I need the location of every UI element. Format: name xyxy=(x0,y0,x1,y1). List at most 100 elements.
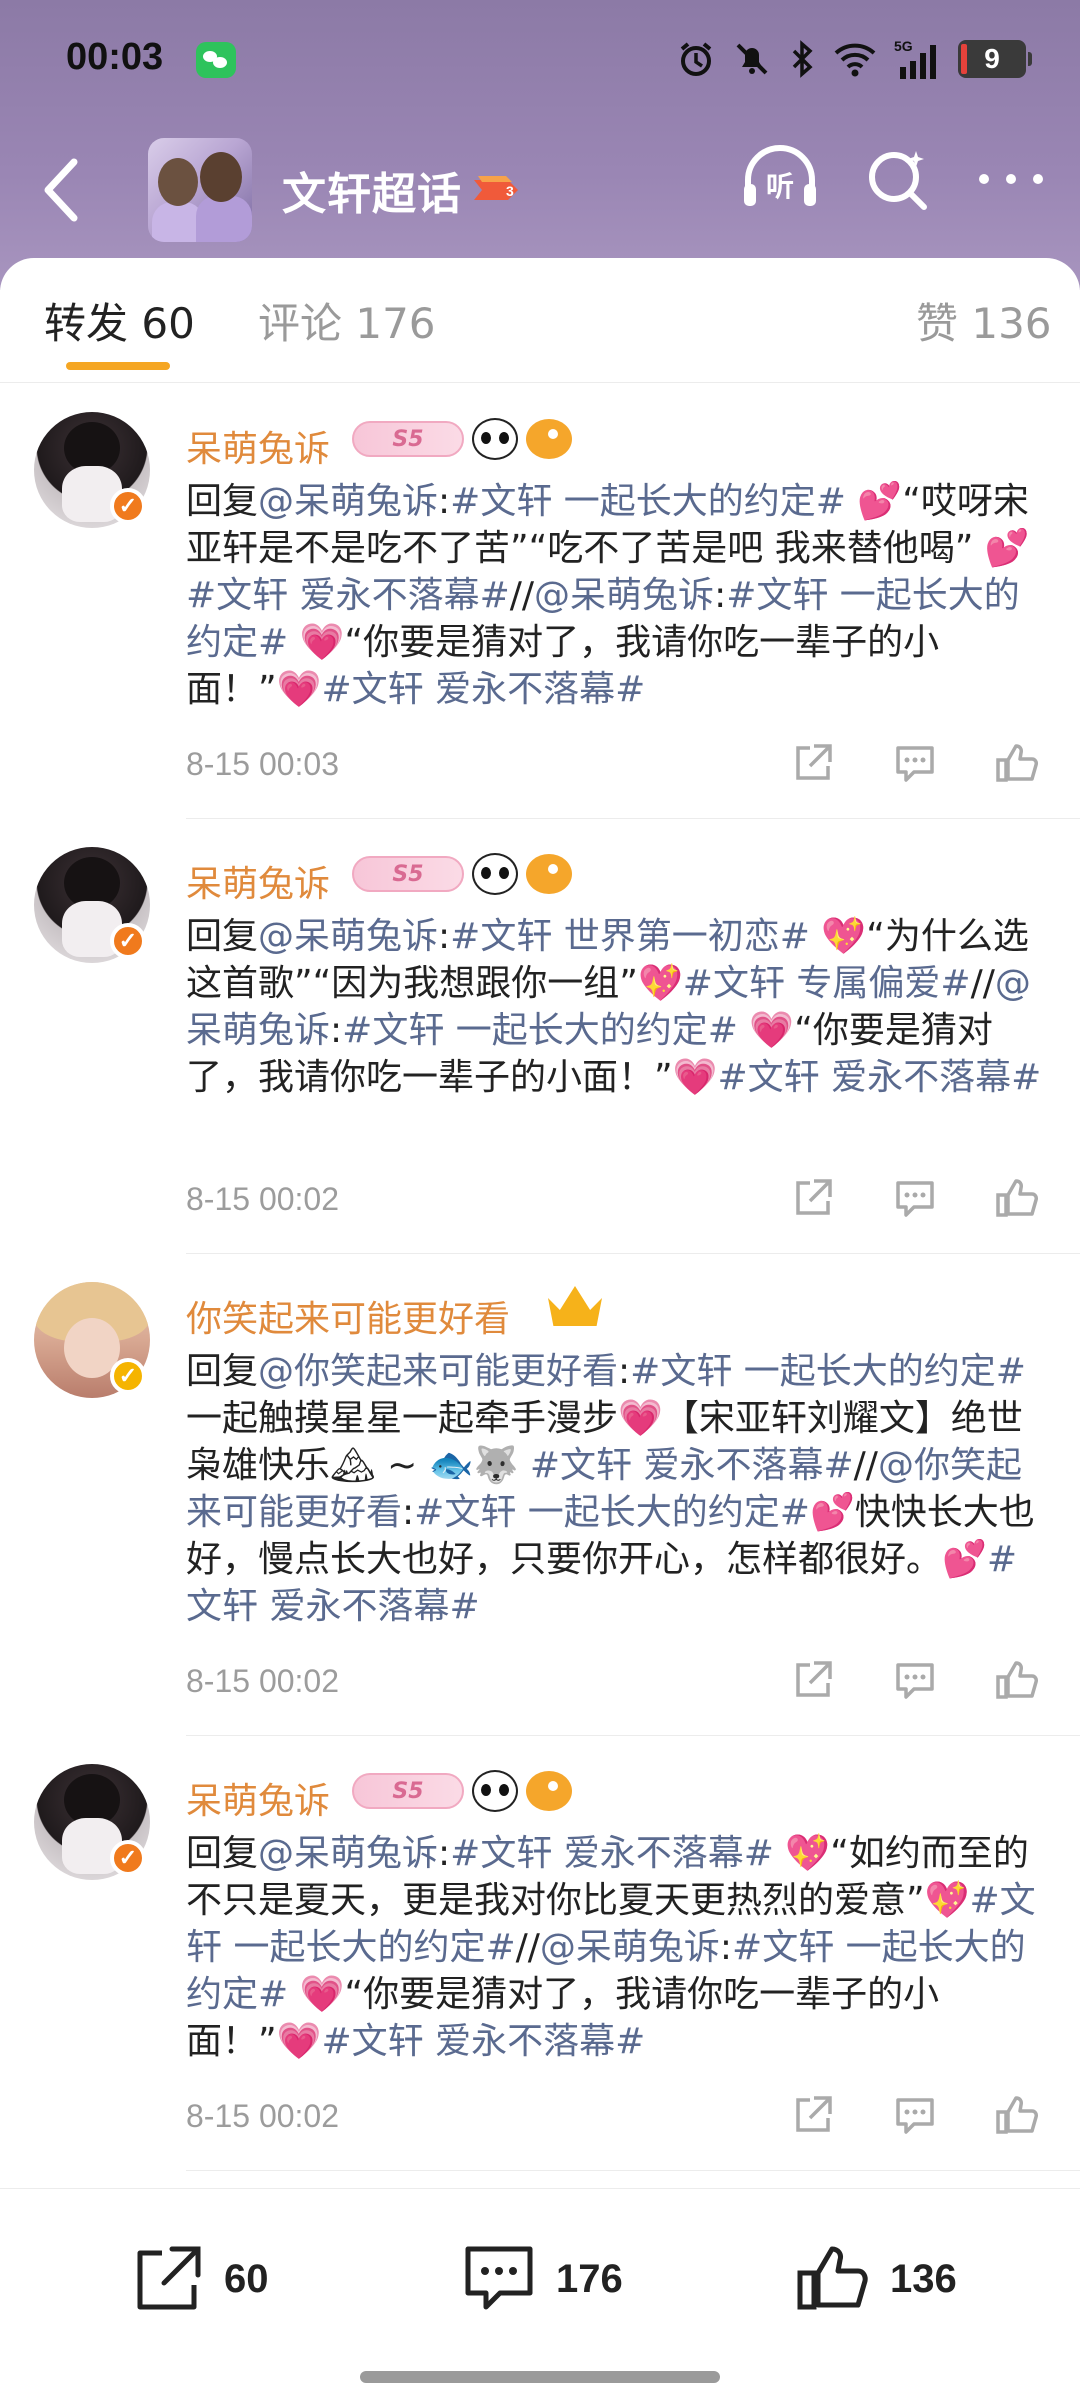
tab-comment[interactable]: 评论 176 xyxy=(258,290,436,351)
svg-text:听: 听 xyxy=(766,170,794,203)
mention-link[interactable]: @呆萌兔诉 xyxy=(540,1927,720,1968)
alarm-icon xyxy=(680,42,712,76)
like-icon[interactable] xyxy=(994,1657,1040,1703)
repost-text: 回复@呆萌兔诉:#文轩 爱永不落幕# 💖“如约而至的不只是夏天，更是我对你比夏天… xyxy=(186,1833,1036,2062)
hashtag-link[interactable]: #文轩 一起长大的约定# xyxy=(414,1492,810,1533)
fan-level-badge: S5 xyxy=(352,856,464,892)
panda-icon xyxy=(472,853,518,895)
mention-link[interactable]: @呆萌兔诉 xyxy=(258,1833,438,1874)
like-icon[interactable] xyxy=(994,740,1040,786)
emoji-heart: 💕 xyxy=(942,1539,987,1580)
post-actions xyxy=(790,1657,1040,1703)
mention-link[interactable]: @呆萌兔诉 xyxy=(258,481,438,522)
nav-actions: 听 xyxy=(740,144,1046,214)
user-decorations: S5 xyxy=(352,853,572,895)
verified-badge-icon: ✓ xyxy=(110,923,146,959)
post-date: 8-15 00:03 xyxy=(186,746,340,782)
mention-link[interactable]: @你笑起来可能更好看 xyxy=(258,1351,618,1392)
username[interactable]: 呆萌兔诉 xyxy=(186,855,330,907)
repost-text: 回复@呆萌兔诉:#文轩 一起长大的约定# 💕“哎呀宋亚轩是不是吃不了苦”“吃不了… xyxy=(186,481,1030,710)
verified-badge-icon: ✓ xyxy=(110,1358,146,1394)
hashtag-link[interactable]: #文轩 一起长大的约定# xyxy=(630,1351,1026,1392)
username[interactable]: 呆萌兔诉 xyxy=(186,420,330,472)
battery-level: 9 xyxy=(984,43,1000,74)
super-topic-search-icon[interactable] xyxy=(864,145,932,213)
comment-icon[interactable] xyxy=(892,1175,938,1221)
emoji-heart: 💖 xyxy=(924,1880,970,1921)
comment-icon[interactable] xyxy=(892,1657,938,1703)
share-icon[interactable] xyxy=(790,740,836,786)
hashtag-link[interactable]: #文轩 一起长大的约定# xyxy=(450,481,846,522)
emoji-heart: 💖 xyxy=(637,963,683,1004)
hashtag-link[interactable]: #文轩 爱永不落幕# xyxy=(186,575,510,616)
share-icon[interactable] xyxy=(790,1657,836,1703)
emoji-mountain: 🏔 xyxy=(330,1445,376,1486)
comment-button[interactable]: 176 xyxy=(460,2241,623,2317)
post-date: 8-15 00:02 xyxy=(186,1181,340,1217)
hashtag-link[interactable]: #文轩 爱永不落幕# xyxy=(530,1445,854,1486)
divider xyxy=(186,1735,1080,1736)
status-icons: 5G 9 xyxy=(676,34,1032,84)
fan-level-badge: S5 xyxy=(352,421,464,457)
emoji-heart: 💗 xyxy=(288,622,345,663)
mention-link[interactable]: @呆萌兔诉 xyxy=(534,575,714,616)
like-icon[interactable] xyxy=(994,1175,1040,1221)
like-button[interactable]: 136 xyxy=(794,2241,957,2317)
emoji-heart: 💕 xyxy=(984,528,1030,569)
top-nav-bar: 文轩超话 3 听 xyxy=(0,130,1080,250)
super-topic-avatar[interactable] xyxy=(148,138,252,242)
super-topic-title[interactable]: 文轩超话 xyxy=(282,158,462,222)
status-time: 00:03 xyxy=(66,36,164,78)
username[interactable]: 呆萌兔诉 xyxy=(186,1772,330,1824)
verified-badge-icon: ✓ xyxy=(110,1840,146,1876)
hashtag-link[interactable]: #文轩 一起长大的约定# xyxy=(342,1010,738,1051)
active-tab-indicator xyxy=(66,362,170,370)
comment-icon xyxy=(465,2246,533,2310)
like-icon xyxy=(797,2246,868,2310)
bottom-action-bar: 60 176 136 xyxy=(0,2188,1080,2401)
comment-icon[interactable] xyxy=(892,740,938,786)
divider xyxy=(186,1253,1080,1254)
more-icon[interactable] xyxy=(976,169,1046,189)
tab-bar: 转发 60 评论 176 赞 136 xyxy=(0,258,1080,383)
repost-text: 回复@呆萌兔诉:#文轩 世界第一初恋# 💖“为什么选这首歌”“因为我想跟你一组”… xyxy=(186,916,1042,1098)
repost-button[interactable]: 60 xyxy=(130,2241,269,2317)
tab-repost[interactable]: 转发 60 xyxy=(44,290,195,351)
comment-icon[interactable] xyxy=(892,2092,938,2138)
post-date: 8-15 00:02 xyxy=(186,1663,340,1699)
battery-indicator: 9 xyxy=(958,40,1032,78)
share-icon[interactable] xyxy=(790,1175,836,1221)
emoji-heart: 💖 xyxy=(773,1833,831,1874)
emoji-heart: 💕 xyxy=(845,481,903,522)
hashtag-link[interactable]: #文轩 爱永不落幕# xyxy=(321,2021,645,2062)
hashtag-link[interactable]: #文轩 爱永不落幕# xyxy=(321,669,645,710)
panda-icon xyxy=(472,1770,518,1812)
emoji-heart: 💗 xyxy=(618,1398,663,1439)
wechat-notification-icon xyxy=(196,42,236,78)
hashtag-link[interactable]: #文轩 爱永不落幕# xyxy=(450,1833,774,1874)
comment-count: 176 xyxy=(556,2256,623,2301)
hashtag-link[interactable]: #文轩 专属偏爱# xyxy=(683,963,971,1004)
like-icon[interactable] xyxy=(994,2092,1040,2138)
home-indicator[interactable] xyxy=(360,2371,720,2383)
svg-text:3: 3 xyxy=(506,183,514,199)
back-arrow-icon[interactable] xyxy=(34,150,94,230)
verified-badge-icon: ✓ xyxy=(110,488,146,524)
username[interactable]: 你笑起来可能更好看 xyxy=(186,1290,510,1342)
bluetooth-icon xyxy=(792,40,813,78)
tab-like[interactable]: 赞 136 xyxy=(916,290,1052,351)
status-bar: 00:03 5G 9 xyxy=(0,0,1080,120)
mention-link[interactable]: @呆萌兔诉 xyxy=(258,916,438,957)
post-date: 8-15 00:02 xyxy=(186,2098,340,2134)
hashtag-link[interactable]: #文轩 爱永不落幕# xyxy=(717,1057,1041,1098)
user-decorations: S5 xyxy=(352,1770,572,1812)
pufferfish-icon xyxy=(526,854,572,894)
share-icon[interactable] xyxy=(790,2092,836,2138)
emoji-fish-wolf: 🐟🐺 xyxy=(428,1445,519,1486)
listen-icon[interactable]: 听 xyxy=(740,144,820,214)
like-count: 136 xyxy=(890,2256,957,2301)
emoji-heart: 💗 xyxy=(276,2021,322,2062)
emoji-heart: 💕 xyxy=(809,1492,855,1533)
hashtag-link[interactable]: #文轩 世界第一初恋# xyxy=(450,916,810,957)
mute-icon xyxy=(736,43,768,75)
